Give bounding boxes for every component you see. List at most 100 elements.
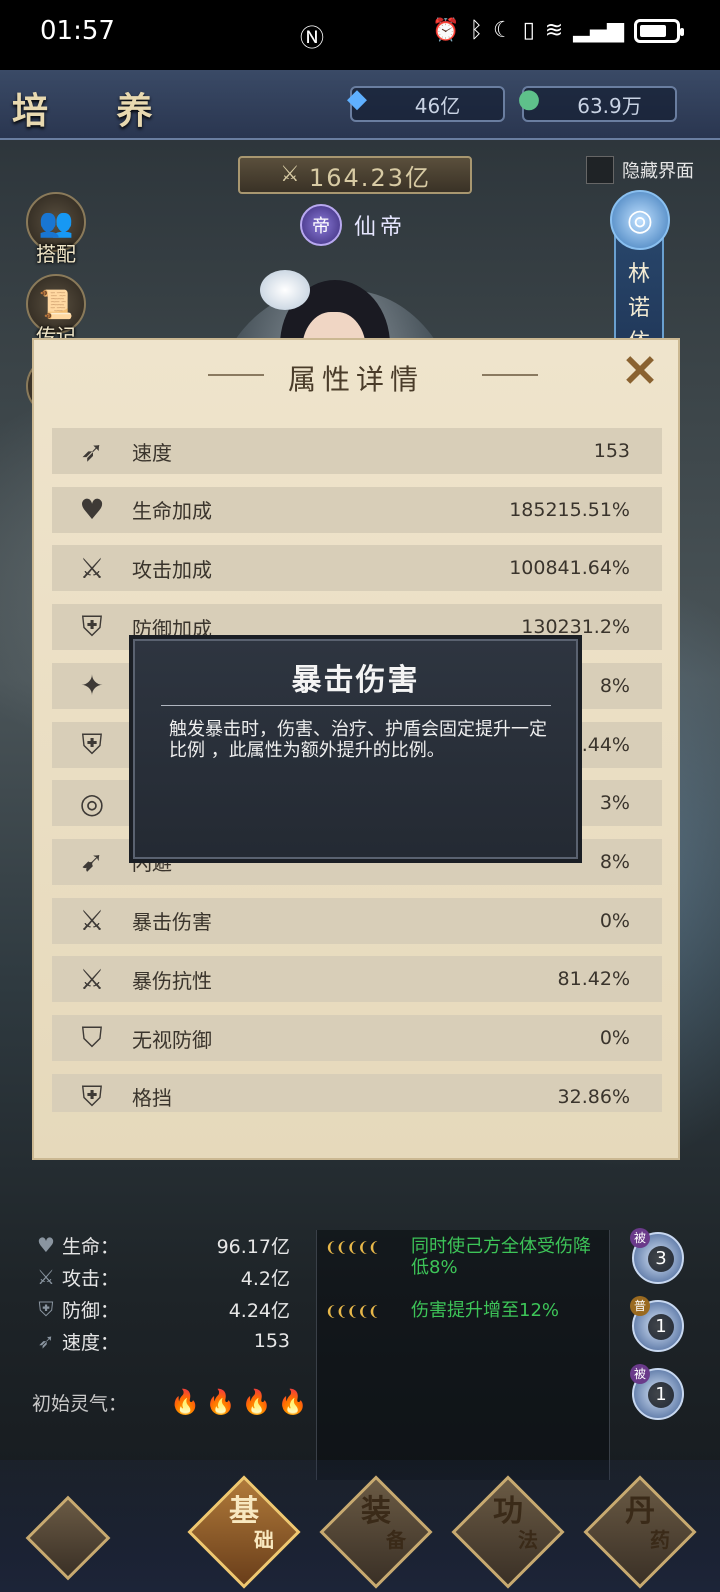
stat-value: 4.2亿 (240, 1267, 290, 1290)
attribute-label: 攻击加成 (132, 557, 212, 582)
aura-flames: 🔥 🔥 🔥 🔥 (170, 1388, 314, 1416)
top-header: 培 养 ◆ 46亿 ● 63.9万 (0, 70, 720, 140)
attribute-label: 格挡 (132, 1086, 172, 1111)
block-icon: ⛨ (81, 1079, 103, 1112)
alarm-icon: ⏰ (432, 18, 460, 43)
hide-ui-label: 隐藏界面 (622, 161, 694, 182)
tooltip-title: 暴击伤害 (291, 663, 420, 698)
attribute-row[interactable]: ➶ 速度 153 (52, 428, 662, 474)
tab-technique-label: 功法 (493, 1494, 538, 1552)
heart-plus-icon: ♥ (79, 493, 105, 527)
target-icon: ◎ (79, 786, 105, 820)
rank-icon: 帝 (300, 204, 342, 246)
crit-resist-icon: ⚔ (79, 962, 105, 996)
ignore-defense-icon: ⛉ (81, 1021, 103, 1054)
close-button[interactable]: ✕ (618, 350, 662, 394)
heart-icon: ♥ (37, 1233, 55, 1257)
flame-icon: 🔥 (241, 1388, 272, 1416)
skill-orb[interactable]: 被 1 (630, 1364, 684, 1420)
wifi-icon: ≋ (544, 18, 564, 43)
attribute-value: 0% (599, 1027, 630, 1049)
jade-icon: ● (517, 84, 541, 114)
page-title: 培 养 (12, 90, 181, 132)
status-icons: ⏰ ᛒ ☾ ▯ ≋ ▂▄▆ (432, 18, 684, 43)
stat-value: 153 (253, 1330, 290, 1352)
attribute-value: 100841.64% (509, 557, 630, 580)
attribute-row[interactable]: ⚔ 暴伤抗性 81.42% (52, 956, 662, 1003)
bottom-nav: 基础 装备 功法 丹药 (0, 1460, 720, 1592)
stat-line: ⛨ 防御： 4.24亿 (30, 1294, 291, 1324)
side-button-pair[interactable]: 👥 搭配 (24, 192, 88, 267)
sword-icon: ⚔ (37, 1265, 55, 1289)
attribute-label: 暴击伤害 (132, 910, 212, 935)
skill-level: 1 (648, 1382, 674, 1408)
tab-equipment-label: 装备 (361, 1494, 406, 1552)
battery-level (640, 24, 666, 37)
dialog-title: 属性详情 (287, 363, 424, 396)
currency-gem-value: 46亿 (414, 93, 461, 118)
stat-value: 96.17亿 (216, 1235, 290, 1258)
skill-level-marks: ❨❨❨❨❨ (325, 1304, 380, 1320)
dialog-header: 属性详情 ✕ (34, 340, 678, 416)
hide-ui-toggle[interactable]: 隐藏界面 (586, 156, 694, 184)
skill-level: 3 (648, 1246, 674, 1272)
shield-plus-icon: ⛨ (81, 610, 103, 644)
initial-aura: 初始灵气： 🔥 🔥 🔥 🔥 (32, 1388, 314, 1416)
attribute-value: 130231.2% (521, 616, 630, 639)
attribute-value: 81.42% (557, 968, 630, 991)
attribute-row[interactable]: ♥ 生命加成 185215.51% (52, 486, 662, 533)
nfc-icon: Ⓝ (300, 24, 324, 52)
flower-ornament (260, 270, 310, 310)
skill-line: ❨❨❨❨❨ 伤害提升增至12% (325, 1300, 605, 1321)
power-plate: ⚔ 164.23亿 (238, 156, 472, 194)
skill-type-badge: 普 (630, 1296, 650, 1316)
tab-elixir-label: 丹药 (625, 1494, 670, 1552)
attribute-row[interactable]: ⛨ 格挡 32.86% (52, 1073, 662, 1112)
attribute-value: 153 (593, 440, 630, 462)
flame-icon: 🔥 (170, 1388, 200, 1416)
battery-icon (634, 18, 684, 43)
attribute-row[interactable]: ⛉ 无视防御 0% (52, 1015, 662, 1061)
rank-badge: 帝 仙帝 (300, 204, 406, 246)
currency-jade[interactable]: ● 63.9万 (518, 84, 677, 122)
gem-icon: ◆ (347, 84, 367, 114)
attribute-label: 生命加成 (132, 499, 212, 524)
stat-label: 防御： (62, 1299, 120, 1322)
skill-level-marks: ❨❨❨❨❨ (325, 1240, 380, 1256)
aura-label: 初始灵气： (32, 1392, 128, 1415)
power-value: 164.23亿 (309, 163, 431, 192)
bluetooth-icon: ᛒ (469, 18, 483, 43)
attribute-label: 无视防御 (132, 1027, 212, 1052)
tab-basic-label: 基础 (229, 1494, 274, 1552)
skills-panel: ❨❨❨❨❨ 同时使己方全体受伤降低8% ❨❨❨❨❨ 伤害提升增至12% (316, 1230, 610, 1480)
home-button[interactable] (25, 1495, 111, 1581)
stat-line: ♥ 生命： 96.17亿 (30, 1230, 290, 1260)
skill-orb[interactable]: 被 3 (630, 1228, 684, 1284)
skill-text: 伤害提升增至12% (411, 1300, 560, 1321)
flame-icon: 🔥 (277, 1388, 308, 1416)
currency-jade-value: 63.9万 (577, 93, 642, 118)
speed-icon: ➶ (37, 1329, 55, 1353)
sword-plus-icon: ⚔ (79, 551, 105, 585)
signal-icon: ▂▄▆ (573, 18, 624, 43)
vibrate-icon: ▯ (522, 18, 535, 43)
skill-orb[interactable]: 普 1 (630, 1296, 684, 1352)
status-bar: 01:57 Ⓝ ⏰ ᛒ ☾ ▯ ≋ ▂▄▆ (0, 0, 720, 70)
skill-line: ❨❨❨❨❨ 同时使己方全体受伤降低8% (325, 1236, 605, 1278)
stat-line: ⚔ 攻击： 4.2亿 (30, 1262, 290, 1292)
stat-label: 生命： (62, 1235, 120, 1258)
rank-name: 仙帝 (354, 215, 407, 240)
attribute-value: 0% (599, 909, 630, 932)
moon-icon: ☾ (492, 18, 513, 43)
attribute-value: 32.86% (557, 1085, 630, 1108)
hide-ui-checkbox[interactable] (586, 156, 614, 184)
element-water-icon: ◎ (610, 190, 670, 250)
skill-type-badge: 被 (630, 1364, 650, 1384)
stat-label: 速度： (62, 1331, 120, 1354)
attribute-label: 速度 (132, 440, 172, 465)
currency-gem[interactable]: ◆ 46亿 (347, 84, 505, 122)
attribute-row[interactable]: ⚔ 暴击伤害 0% (52, 897, 662, 944)
stat-value: 4.24亿 (228, 1299, 290, 1322)
attribute-row[interactable]: ⚔ 攻击加成 100841.64% (52, 545, 662, 592)
skill-level: 1 (648, 1314, 674, 1340)
